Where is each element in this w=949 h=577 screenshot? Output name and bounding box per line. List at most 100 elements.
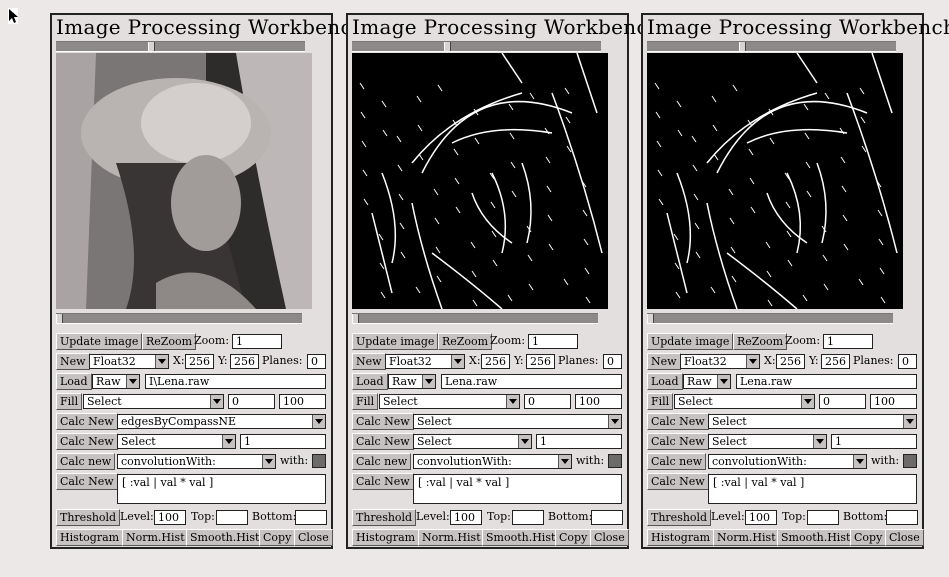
- x-field[interactable]: 256: [481, 354, 510, 369]
- new-button[interactable]: New: [352, 353, 386, 370]
- fill-min-field[interactable]: 0: [819, 394, 866, 409]
- smooth-hist-button[interactable]: Smooth.Hist: [482, 529, 560, 546]
- file-field[interactable]: I\Lena.raw: [145, 374, 326, 389]
- close-button[interactable]: Close: [885, 529, 924, 546]
- top-field[interactable]: [807, 510, 839, 525]
- zoom-field[interactable]: 1: [528, 334, 578, 349]
- convolution-select[interactable]: convolutionWith:: [708, 454, 867, 469]
- calc-select-2[interactable]: Select: [413, 434, 532, 449]
- new-button[interactable]: New: [647, 353, 681, 370]
- y-field[interactable]: 256: [821, 354, 850, 369]
- norm-hist-button[interactable]: Norm.Hist: [713, 529, 780, 546]
- top-scrollbar[interactable]: [647, 41, 896, 52]
- format-select[interactable]: Raw: [92, 374, 140, 389]
- fill-min-field[interactable]: 0: [228, 394, 275, 409]
- kernel-swatch[interactable]: [903, 454, 917, 468]
- format-select[interactable]: Raw: [683, 374, 731, 389]
- scrollbar-thumb[interactable]: [739, 42, 746, 51]
- new-button[interactable]: New: [56, 353, 90, 370]
- image-view[interactable]: [56, 53, 312, 309]
- scrollbar-thumb[interactable]: [444, 42, 451, 51]
- expression-field[interactable]: [ :val | val * val ]: [413, 474, 622, 504]
- calc-select-2[interactable]: Select: [708, 434, 827, 449]
- level-field[interactable]: 100: [154, 510, 186, 525]
- fill-button[interactable]: Fill: [352, 393, 379, 410]
- convolution-select[interactable]: convolutionWith:: [413, 454, 572, 469]
- copy-button[interactable]: Copy: [259, 529, 296, 546]
- x-field[interactable]: 256: [776, 354, 805, 369]
- expression-field[interactable]: [ :val | val * val ]: [117, 474, 326, 504]
- fill-min-field[interactable]: 0: [524, 394, 571, 409]
- fill-select[interactable]: Select: [83, 394, 224, 409]
- update-image-button[interactable]: Update image: [352, 333, 439, 350]
- calc-select-2[interactable]: Select: [117, 434, 236, 449]
- fill-select[interactable]: Select: [674, 394, 815, 409]
- bottom-scrollbar[interactable]: [647, 313, 893, 324]
- image-view[interactable]: [352, 53, 608, 309]
- update-image-button[interactable]: Update image: [56, 333, 143, 350]
- planes-field[interactable]: 0: [307, 354, 326, 369]
- threshold-button[interactable]: Threshold: [647, 509, 712, 526]
- bottom-field[interactable]: [591, 510, 623, 525]
- format-select[interactable]: Raw: [388, 374, 436, 389]
- image-view[interactable]: [647, 53, 903, 309]
- scrollbar-thumb[interactable]: [647, 314, 654, 323]
- level-field[interactable]: 100: [450, 510, 482, 525]
- smooth-hist-button[interactable]: Smooth.Hist: [186, 529, 264, 546]
- rezoom-button[interactable]: ReZoom: [142, 333, 197, 350]
- kernel-swatch[interactable]: [312, 454, 326, 468]
- threshold-button[interactable]: Threshold: [352, 509, 417, 526]
- calc-new-button-4[interactable]: Calc New: [647, 473, 709, 490]
- load-button[interactable]: Load: [56, 373, 92, 390]
- calc-new-button-3[interactable]: Calc new: [56, 453, 116, 470]
- load-button[interactable]: Load: [647, 373, 683, 390]
- load-button[interactable]: Load: [352, 373, 388, 390]
- zoom-field[interactable]: 1: [232, 334, 282, 349]
- fill-select[interactable]: Select: [379, 394, 520, 409]
- calc-select[interactable]: Select: [413, 414, 622, 429]
- smooth-hist-button[interactable]: Smooth.Hist: [777, 529, 855, 546]
- calc-select[interactable]: Select: [708, 414, 917, 429]
- norm-hist-button[interactable]: Norm.Hist: [418, 529, 485, 546]
- top-scrollbar[interactable]: [352, 41, 601, 52]
- calc-new-button-2[interactable]: Calc New: [56, 433, 118, 450]
- calc-value-field[interactable]: 1: [536, 434, 622, 449]
- close-button[interactable]: Close: [590, 529, 629, 546]
- calc-new-button-3[interactable]: Calc new: [352, 453, 412, 470]
- file-field[interactable]: Lena.raw: [441, 374, 622, 389]
- kernel-swatch[interactable]: [608, 454, 622, 468]
- bottom-field[interactable]: [886, 510, 918, 525]
- bottom-field[interactable]: [295, 510, 327, 525]
- calc-new-button-4[interactable]: Calc New: [352, 473, 414, 490]
- calc-new-button-3[interactable]: Calc new: [647, 453, 707, 470]
- top-scrollbar[interactable]: [56, 41, 305, 52]
- histogram-button[interactable]: Histogram: [647, 529, 715, 546]
- scrollbar-thumb[interactable]: [56, 314, 63, 323]
- top-field[interactable]: [216, 510, 248, 525]
- calc-new-button-4[interactable]: Calc New: [56, 473, 118, 490]
- fill-max-field[interactable]: 100: [870, 394, 917, 409]
- scrollbar-thumb[interactable]: [352, 314, 359, 323]
- fill-max-field[interactable]: 100: [575, 394, 622, 409]
- calc-select[interactable]: edgesByCompassNE: [117, 414, 326, 429]
- convolution-select[interactable]: convolutionWith:: [117, 454, 276, 469]
- copy-button[interactable]: Copy: [850, 529, 887, 546]
- y-field[interactable]: 256: [526, 354, 555, 369]
- zoom-field[interactable]: 1: [823, 334, 873, 349]
- y-field[interactable]: 256: [230, 354, 259, 369]
- histogram-button[interactable]: Histogram: [56, 529, 124, 546]
- calc-value-field[interactable]: 1: [831, 434, 917, 449]
- rezoom-button[interactable]: ReZoom: [733, 333, 788, 350]
- top-field[interactable]: [512, 510, 544, 525]
- copy-button[interactable]: Copy: [555, 529, 592, 546]
- file-field[interactable]: Lena.raw: [736, 374, 917, 389]
- type-select[interactable]: Float32: [89, 354, 169, 369]
- fill-max-field[interactable]: 100: [279, 394, 326, 409]
- close-button[interactable]: Close: [294, 529, 333, 546]
- calc-new-button[interactable]: Calc New: [56, 413, 118, 430]
- level-field[interactable]: 100: [745, 510, 777, 525]
- calc-value-field[interactable]: 1: [240, 434, 326, 449]
- fill-button[interactable]: Fill: [56, 393, 83, 410]
- fill-button[interactable]: Fill: [647, 393, 674, 410]
- calc-new-button[interactable]: Calc New: [352, 413, 414, 430]
